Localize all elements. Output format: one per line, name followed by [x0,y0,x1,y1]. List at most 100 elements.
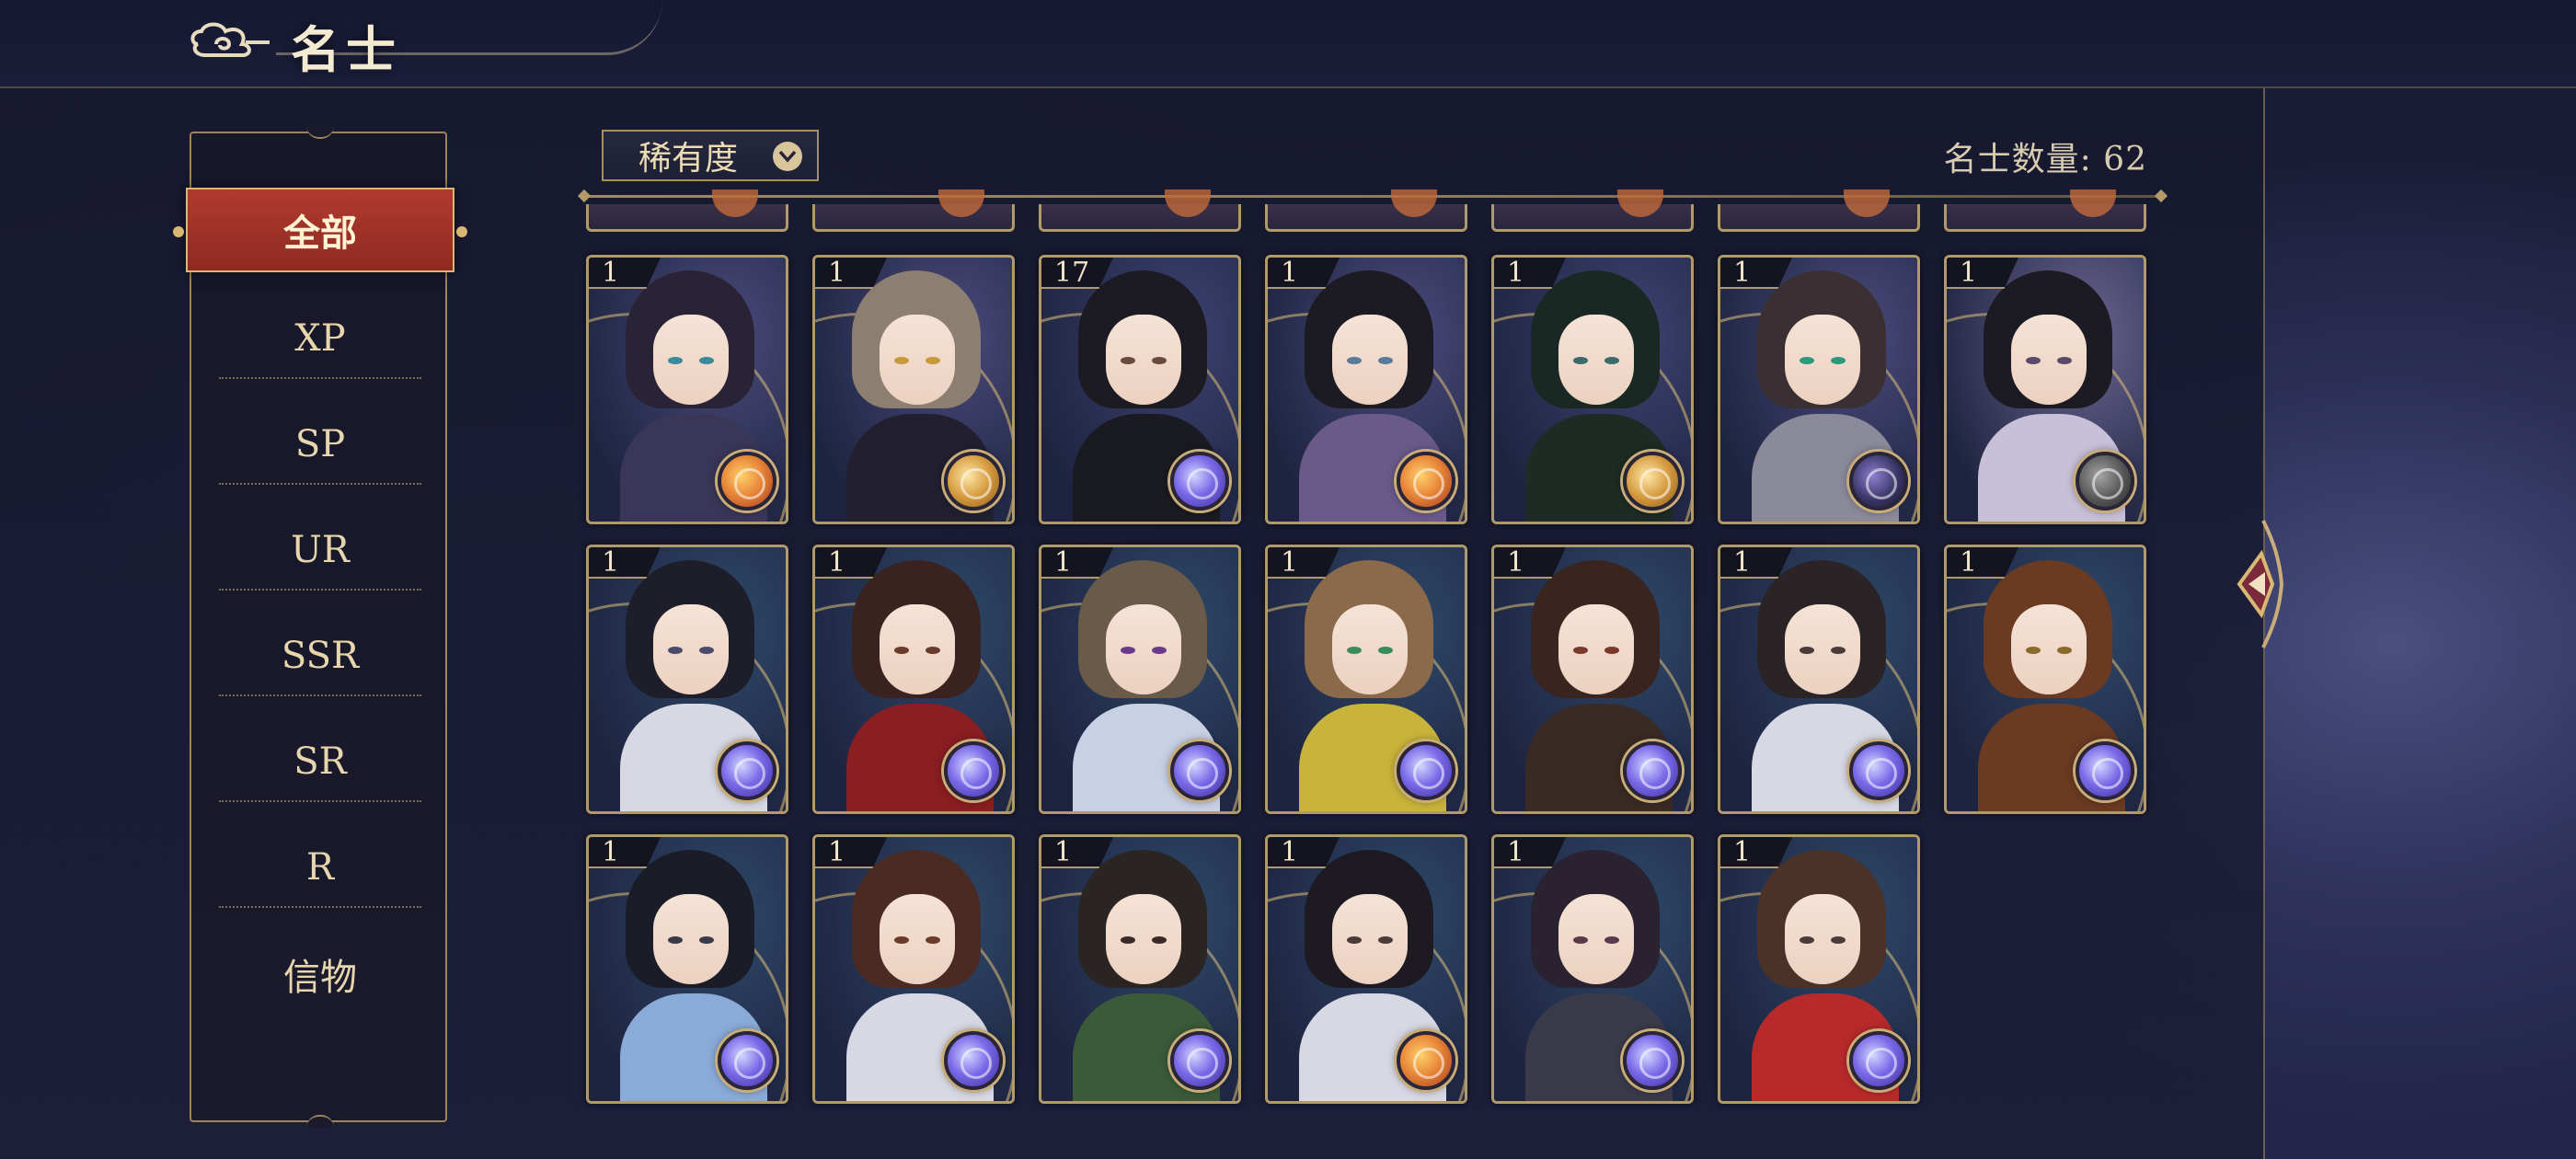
hero-card[interactable]: 1 [812,545,1015,814]
hero-card[interactable]: 1 [1265,834,1467,1104]
sort-dropdown[interactable]: 稀有度 [602,130,819,181]
level-value: 1 [1733,546,1752,579]
portrait-face [1785,894,1860,984]
portrait-eye [1152,647,1167,654]
portrait-face [653,604,729,694]
sidebar-item-sr[interactable]: SR [219,723,421,802]
hero-card[interactable]: 1 [1491,834,1694,1104]
hero-card[interactable]: 1 [1718,255,1920,524]
sidebar-item-sp[interactable]: SP [219,406,421,485]
hero-card[interactable]: 1 [812,255,1015,524]
element-orb-icon [1397,741,1455,800]
level-value: 1 [828,836,846,868]
portrait-eye [1378,357,1393,364]
portrait-eye [1378,936,1393,944]
hero-card[interactable]: 1 [586,834,788,1104]
element-orb-icon [718,741,776,800]
hero-card[interactable]: 1 [1718,834,1920,1104]
card-partial[interactable] [586,189,788,232]
level-value: 1 [1507,546,1525,579]
level-value: 1 [602,546,620,579]
level-value: 1 [1281,546,1299,579]
level-value: 1 [1960,546,1978,579]
hero-card[interactable]: 1 [1491,255,1694,524]
element-orb-icon [1170,1031,1229,1090]
card-partial[interactable] [1039,189,1241,232]
portrait-face [1558,604,1634,694]
level-value: 1 [602,257,620,289]
element-orb-icon [2076,452,2134,511]
sort-label: 稀有度 [638,140,739,178]
hero-card[interactable]: 1 [586,255,788,524]
element-orb-icon [1623,741,1682,800]
portrait-face [1558,894,1634,984]
portrait-face [880,315,955,405]
portrait-eye [1800,936,1814,944]
top-header: 名士 [0,0,2576,88]
element-orb-icon [1623,1031,1682,1090]
portrait-face [653,894,729,984]
hero-card[interactable]: 1 [1265,255,1467,524]
level-value: 1 [828,257,846,289]
sidebar-item-ur[interactable]: UR [219,511,421,591]
sidebar-item-r[interactable]: R [219,829,421,908]
portrait-face [1106,604,1181,694]
level-value: 1 [602,836,620,868]
element-orb-icon [2076,741,2134,800]
hero-card[interactable]: 1 [586,545,788,814]
sidebar-item-token[interactable]: 信物 [219,935,421,1014]
card-partial[interactable] [1718,189,1920,232]
portrait-eye [926,647,940,654]
portrait-eye [1604,357,1619,364]
level-value: 1 [1960,257,1978,289]
portrait-eye [894,936,909,944]
card-partial[interactable] [1265,189,1467,232]
level-value: 1 [1281,257,1299,289]
level-value: 1 [1054,836,1073,868]
chevron-down-icon [773,142,802,171]
hero-card[interactable]: 1 [1944,255,2146,524]
element-orb-icon [718,452,776,511]
portrait-face [2011,604,2087,694]
portrait-eye [1831,357,1846,364]
portrait-eye [668,647,683,654]
sidebar-item-ssr[interactable]: SSR [219,617,421,696]
hero-card[interactable]: 1 [1039,834,1241,1104]
portrait-eye [1121,647,1135,654]
divider [583,195,2162,198]
element-orb-icon [1170,741,1229,800]
portrait-eye [668,357,683,364]
card-partial[interactable] [812,189,1015,232]
portrait-eye [2057,647,2072,654]
portrait-eye [1573,936,1588,944]
hero-card[interactable]: 1 [1265,545,1467,814]
portrait-face [1332,604,1408,694]
element-orb-icon [944,741,1003,800]
sidebar-item-all[interactable]: 全部 [173,188,467,272]
hero-card[interactable]: 1 [1944,545,2146,814]
hero-card[interactable]: 17 [1039,255,1241,524]
hero-card[interactable]: 1 [1718,545,1920,814]
hero-card[interactable]: 1 [1039,545,1241,814]
portrait-face [1106,894,1181,984]
portrait-eye [2026,647,2041,654]
card-partial[interactable] [1944,189,2146,232]
chevron-right-icon[interactable] [2226,515,2283,653]
level-value: 1 [1733,257,1752,289]
portrait-face [880,604,955,694]
portrait-eye [1121,936,1135,944]
sidebar-item-xp[interactable]: XP [219,300,421,379]
hero-card[interactable]: 1 [812,834,1015,1104]
sidebar-notch [306,1115,334,1128]
hero-card[interactable]: 1 [1491,545,1694,814]
portrait-eye [1604,647,1619,654]
portrait-eye [1831,936,1846,944]
card-partial[interactable] [1491,189,1694,232]
portrait-eye [1347,357,1362,364]
portrait-eye [926,936,940,944]
portrait-eye [668,936,683,944]
portrait-eye [1604,936,1619,944]
rarity-sidebar: 全部 XP SP UR SSR SR R 信物 [173,126,467,1128]
portrait-eye [2057,357,2072,364]
element-orb-icon [1849,1031,1908,1090]
